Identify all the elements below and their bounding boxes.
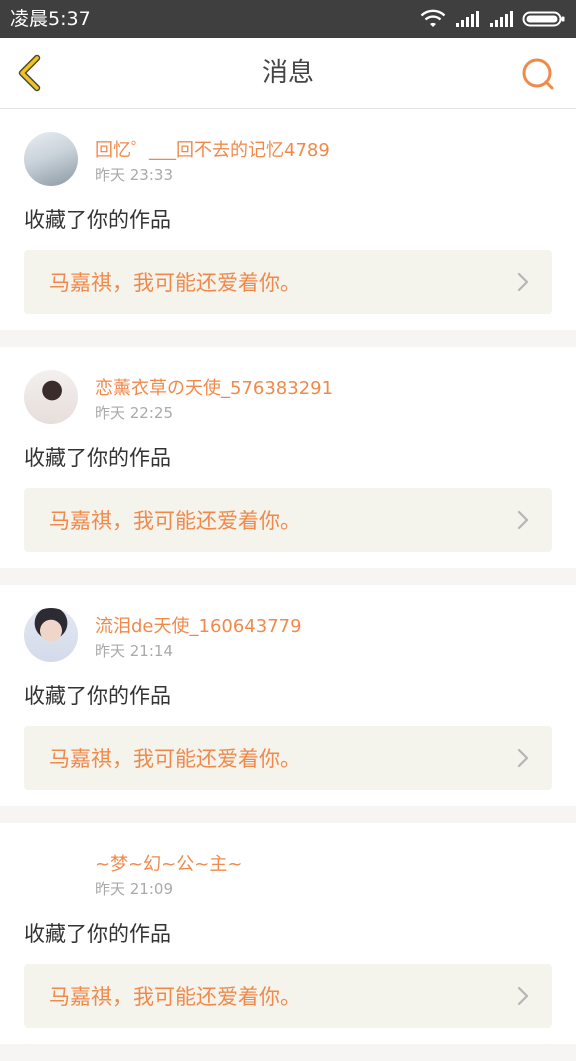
username[interactable]: 恋薰衣草の天使_576383291 <box>95 378 333 400</box>
top-bar: 消息 <box>0 38 576 109</box>
chevron-right-icon <box>517 986 529 1006</box>
avatar[interactable] <box>24 846 78 900</box>
search-button[interactable] <box>518 54 558 94</box>
work-title: 马嘉祺，我可能还爱着你。 <box>49 747 301 771</box>
message-list: 回忆゜___回不去的记忆4789 昨天 23:33 收藏了你的作品 马嘉祺，我可… <box>0 109 576 1061</box>
chevron-right-icon <box>517 272 529 292</box>
message-card: 恋薰衣草の天使_576383291 昨天 22:25 收藏了你的作品 马嘉祺，我… <box>0 347 576 568</box>
message-card: 流泪de天使_160643779 昨天 21:14 收藏了你的作品 马嘉祺，我可… <box>0 585 576 806</box>
username[interactable]: 回忆゜___回不去的记忆4789 <box>95 140 330 162</box>
signal-icon <box>490 11 513 27</box>
username[interactable]: ~梦~幻~公~主~ <box>95 854 242 876</box>
signal-icon <box>456 11 479 27</box>
wifi-icon <box>420 9 446 27</box>
avatar[interactable] <box>24 608 78 662</box>
message-card: 回忆゜___回不去的记忆4789 昨天 23:33 收藏了你的作品 马嘉祺，我可… <box>0 109 576 330</box>
action-text: 收藏了你的作品 <box>24 208 171 232</box>
chevron-right-icon <box>517 510 529 530</box>
search-icon <box>522 58 554 90</box>
page-title: 消息 <box>261 58 314 88</box>
avatar[interactable] <box>24 132 78 186</box>
status-time: 凌晨5:37 <box>10 8 91 30</box>
action-text: 收藏了你的作品 <box>24 922 171 946</box>
chevron-right-icon <box>517 748 529 768</box>
work-title: 马嘉祺，我可能还爱着你。 <box>49 271 301 295</box>
username[interactable]: 流泪de天使_160643779 <box>95 616 302 638</box>
work-link[interactable]: 马嘉祺，我可能还爱着你。 <box>24 488 552 552</box>
action-text: 收藏了你的作品 <box>24 446 171 470</box>
status-icons <box>420 9 566 29</box>
timestamp: 昨天 21:14 <box>95 642 173 660</box>
work-link[interactable]: 马嘉祺，我可能还爱着你。 <box>24 726 552 790</box>
timestamp: 昨天 21:09 <box>95 880 173 898</box>
status-bar: 凌晨5:37 <box>0 0 576 38</box>
timestamp: 昨天 22:25 <box>95 404 173 422</box>
battery-icon <box>522 11 565 27</box>
avatar[interactable] <box>24 370 78 424</box>
work-link[interactable]: 马嘉祺，我可能还爱着你。 <box>24 250 552 314</box>
action-text: 收藏了你的作品 <box>24 684 171 708</box>
work-title: 马嘉祺，我可能还爱着你。 <box>49 985 301 1009</box>
work-title: 马嘉祺，我可能还爱着你。 <box>49 509 301 533</box>
work-link[interactable]: 马嘉祺，我可能还爱着你。 <box>24 964 552 1028</box>
message-card: ~梦~幻~公~主~ 昨天 21:09 收藏了你的作品 马嘉祺，我可能还爱着你。 <box>0 823 576 1044</box>
timestamp: 昨天 23:33 <box>95 166 173 184</box>
